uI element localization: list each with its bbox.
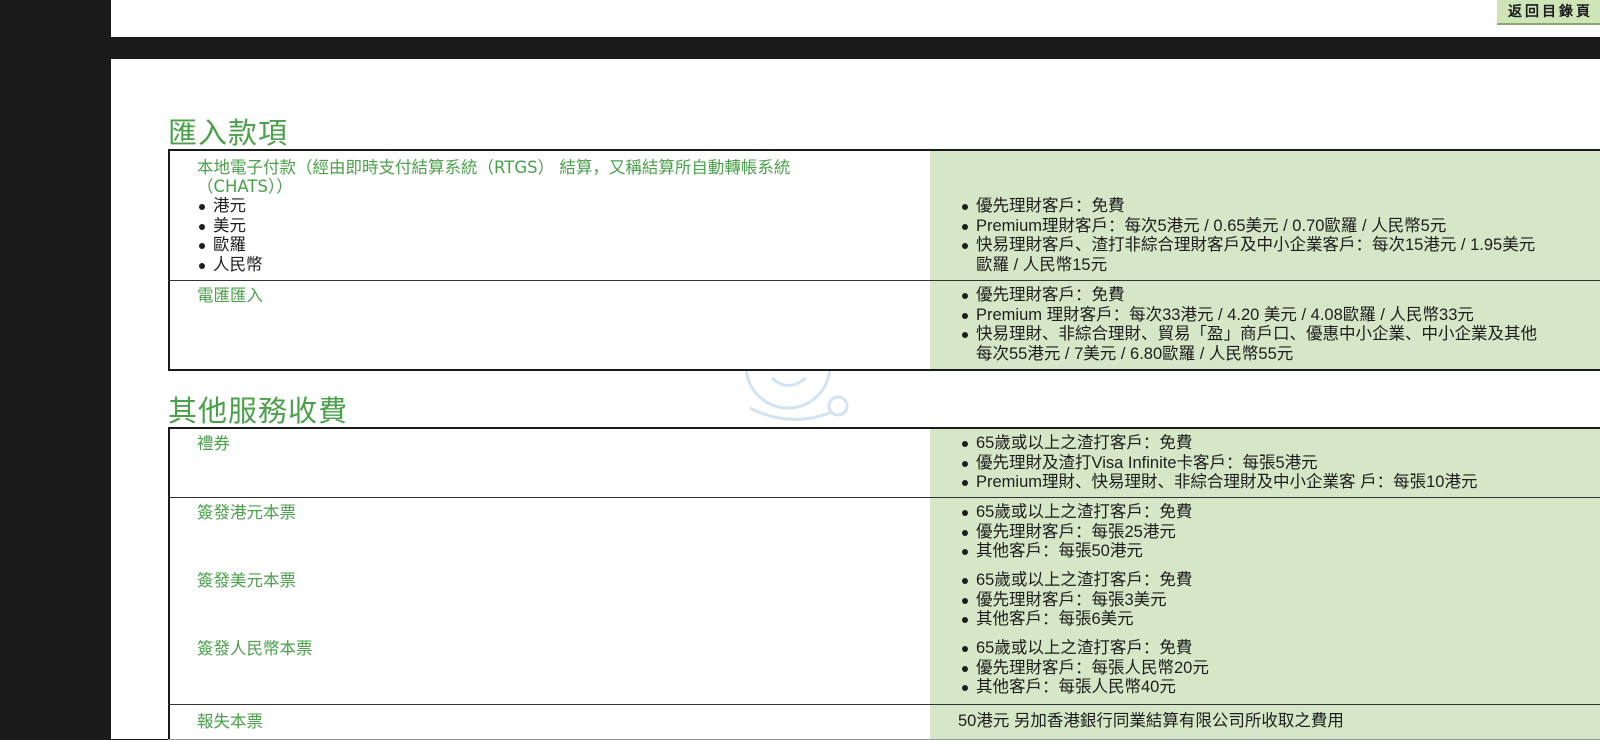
- list-item: 港元: [197, 197, 263, 217]
- row-label: 簽發港元本票: [197, 503, 296, 522]
- list-item: 優先理財客戶：免費: [960, 197, 1535, 217]
- list-item: 歐羅: [197, 236, 263, 256]
- list-item: 快易理財、非綜合理財、貿易「盈」商戶口、優惠中小企業、中小企業及其他: [960, 325, 1537, 345]
- list-item: 優先理財客戶：免費: [960, 286, 1537, 306]
- row-label: 報失本票: [197, 712, 263, 731]
- row-label-line: 本地電子付款（經由即時支付結算系統（RTGS） 結算，又稱結算所自動轉帳系統: [197, 158, 791, 177]
- list-item: 65歲或以上之渣打客戶：免費: [960, 503, 1192, 523]
- list-item: 優先理財及渣打Visa Infinite卡客戶：每張5港元: [960, 454, 1477, 474]
- fee-text: 50港元 另加香港銀行同業結算有限公司所收取之費用: [958, 712, 1344, 730]
- list-item: Premium理財、快易理財、非綜合理財及中小企業客 戶：每張10港元: [960, 473, 1477, 493]
- row-label: 簽發美元本票: [197, 571, 296, 590]
- list-item: 其他客戶：每張50港元: [960, 542, 1192, 562]
- row-label-line: （CHATS））: [197, 177, 293, 196]
- table-row: 電匯匯入 優先理財客戶：免費 Premium 理財客戶：每次33港元 / 4.2…: [168, 281, 1600, 369]
- list-item: 其他客戶：每張6美元: [960, 610, 1192, 630]
- list-item: 65歲或以上之渣打客戶：免費: [960, 639, 1209, 659]
- fee-list: 65歲或以上之渣打客戶：免費 優先理財及渣打Visa Infinite卡客戶：每…: [960, 434, 1477, 493]
- fee-list: 65歲或以上之渣打客戶：免費 優先理財客戶：每張3美元 其他客戶：每張6美元: [960, 571, 1192, 630]
- table-row: 本地電子付款（經由即時支付結算系統（RTGS） 結算，又稱結算所自動轉帳系統 （…: [168, 151, 1600, 280]
- row-label: 簽發人民幣本票: [197, 639, 313, 658]
- list-item: 65歲或以上之渣打客戶：免費: [960, 571, 1192, 591]
- list-item: 優先理財客戶：每張3美元: [960, 591, 1192, 611]
- list-item: 美元: [197, 217, 263, 237]
- fee-continuation: 歐羅 / 人民幣15元: [976, 255, 1108, 274]
- table-row: 禮券 65歲或以上之渣打客戶：免費 優先理財及渣打Visa Infinite卡客…: [168, 429, 1600, 497]
- list-item: 65歲或以上之渣打客戶：免費: [960, 434, 1477, 454]
- fee-continuation: 每次55港元 / 7美元 / 6.80歐羅 / 人民幣55元: [976, 344, 1294, 363]
- list-item: 優先理財客戶：每張25港元: [960, 523, 1192, 543]
- list-item: 其他客戶：每張人民幣40元: [960, 678, 1209, 698]
- fee-list: 65歲或以上之渣打客戶：免費 優先理財客戶：每張人民幣20元 其他客戶：每張人民…: [960, 639, 1209, 698]
- list-item: Premium理財客戶：每次5港元 / 0.65美元 / 0.70歐羅 / 人民…: [960, 217, 1535, 237]
- list-item: 人民幣: [197, 256, 263, 276]
- list-item: 優先理財客戶：每張人民幣20元: [960, 659, 1209, 679]
- table-row-group: 簽發港元本票 65歲或以上之渣打客戶：免費 優先理財客戶：每張25港元 其他客戶…: [168, 498, 1600, 704]
- section-title-other-charges: 其他服務收費: [168, 394, 349, 428]
- currency-list: 港元 美元 歐羅 人民幣: [197, 197, 263, 275]
- list-item: Premium 理財客戶：每次33港元 / 4.20 美元 / 4.08歐羅 /…: [960, 306, 1537, 326]
- fee-list: 65歲或以上之渣打客戶：免費 優先理財客戶：每張25港元 其他客戶：每張50港元: [960, 503, 1192, 562]
- section-title-incoming-remittance: 匯入款項: [168, 116, 289, 150]
- fee-list: 優先理財客戶：免費 Premium理財客戶：每次5港元 / 0.65美元 / 0…: [960, 197, 1535, 275]
- fee-list: 優先理財客戶：免費 Premium 理財客戶：每次33港元 / 4.20 美元 …: [960, 286, 1537, 364]
- row-label: 禮券: [197, 434, 230, 453]
- back-to-contents-button[interactable]: 返回目錄頁: [1497, 0, 1600, 25]
- document-page-top: [111, 0, 1600, 37]
- incoming-remittance-table: 本地電子付款（經由即時支付結算系統（RTGS） 結算，又稱結算所自動轉帳系統 （…: [168, 149, 1600, 371]
- table-row: 報失本票 50港元 另加香港銀行同業結算有限公司所收取之費用: [168, 705, 1600, 739]
- list-item: 快易理財客戶、渣打非綜合理財客戶及中小企業客戶：每次15港元 / 1.95美元: [960, 236, 1535, 256]
- other-charges-table: 禮券 65歲或以上之渣打客戶：免費 優先理財及渣打Visa Infinite卡客…: [168, 427, 1600, 740]
- row-label: 電匯匯入: [197, 286, 263, 305]
